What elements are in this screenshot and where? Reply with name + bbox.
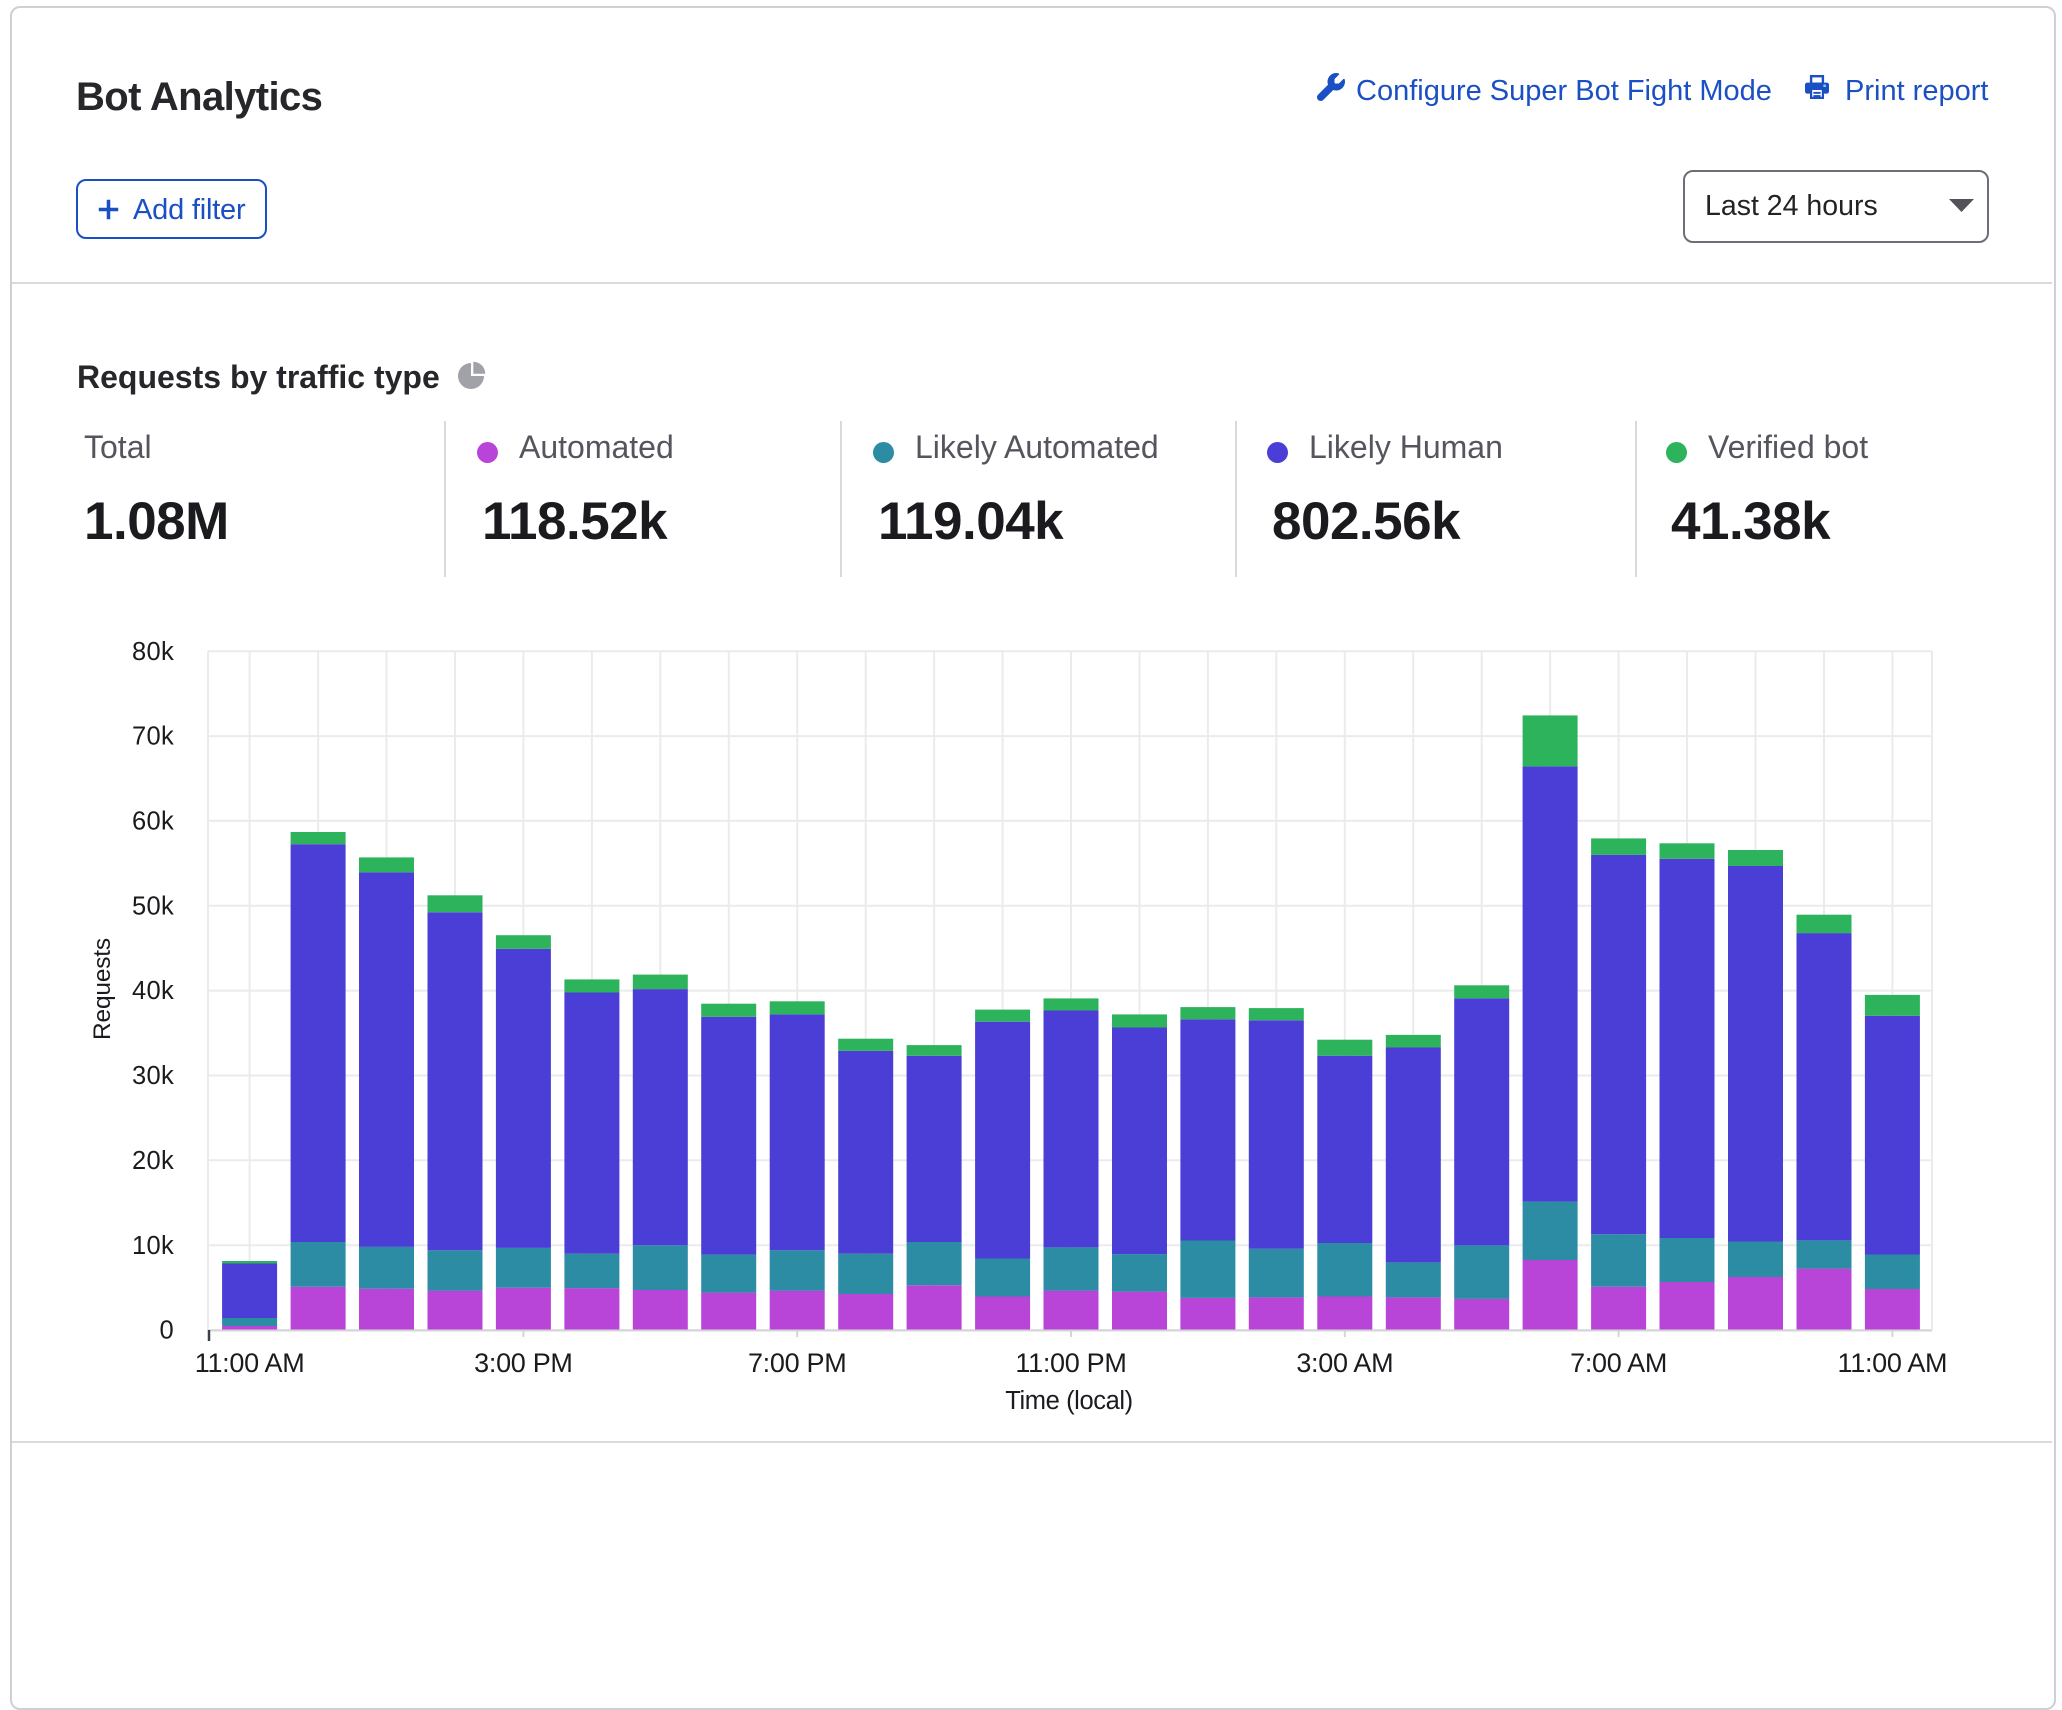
svg-text:3:00 AM: 3:00 AM xyxy=(1296,1348,1393,1378)
svg-text:40k: 40k xyxy=(132,977,174,1005)
svg-text:11:00 AM: 11:00 AM xyxy=(195,1348,305,1378)
svg-text:70k: 70k xyxy=(132,723,174,751)
svg-text:60k: 60k xyxy=(132,808,174,836)
svg-text:7:00 AM: 7:00 AM xyxy=(1570,1348,1667,1378)
svg-text:7:00 PM: 7:00 PM xyxy=(748,1348,846,1378)
svg-text:50k: 50k xyxy=(132,892,174,920)
svg-text:Time (local): Time (local) xyxy=(1005,1387,1132,1415)
svg-text:80k: 80k xyxy=(132,638,174,666)
svg-text:11:00 PM: 11:00 PM xyxy=(1015,1348,1126,1378)
svg-text:30k: 30k xyxy=(132,1062,174,1090)
svg-text:0: 0 xyxy=(160,1317,174,1345)
svg-text:3:00 PM: 3:00 PM xyxy=(474,1348,572,1378)
svg-text:Requests: Requests xyxy=(89,938,116,1040)
svg-text:20k: 20k xyxy=(132,1147,174,1175)
svg-text:10k: 10k xyxy=(132,1232,174,1260)
svg-text:11:00 AM: 11:00 AM xyxy=(1838,1348,1948,1378)
